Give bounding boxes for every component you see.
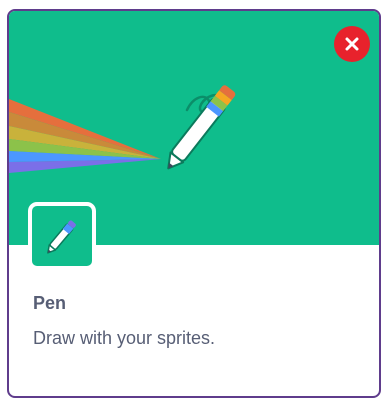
- extension-card-pen[interactable]: Pen Draw with your sprites.: [7, 9, 381, 398]
- extension-title: Pen: [33, 293, 67, 313]
- extension-thumbnail: [28, 202, 96, 270]
- pen-icon: [47, 220, 76, 254]
- extension-description: Draw with your sprites.: [33, 328, 216, 348]
- close-icon: [345, 37, 359, 51]
- close-button[interactable]: [334, 26, 370, 62]
